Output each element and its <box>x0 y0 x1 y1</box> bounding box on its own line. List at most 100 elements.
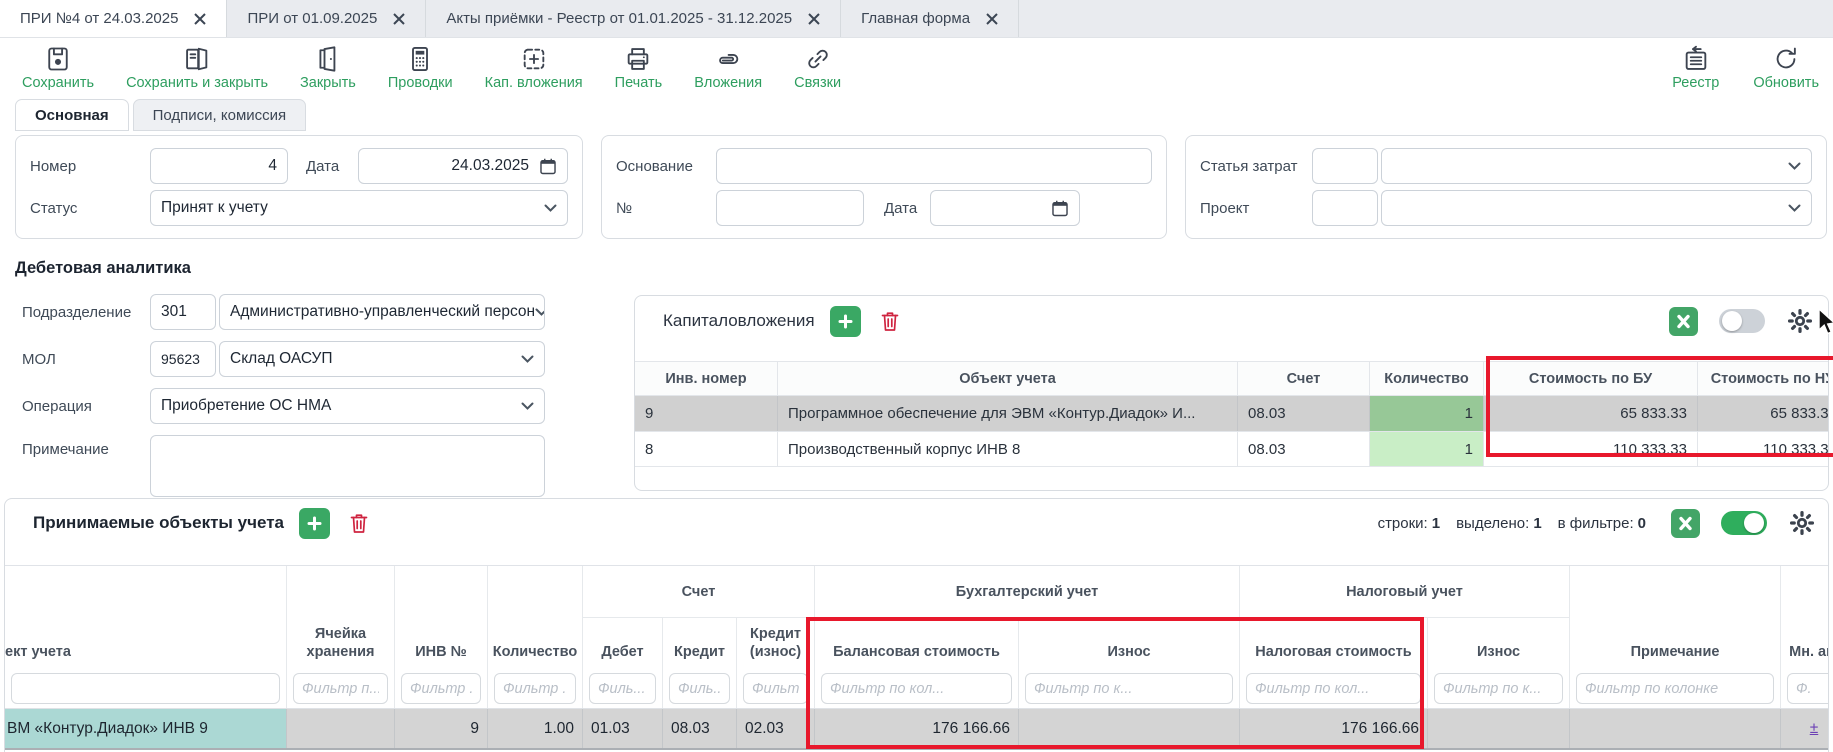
filter-balance-cost[interactable] <box>821 673 1012 704</box>
filter-qty[interactable] <box>494 673 576 704</box>
window-tab-pri-4[interactable]: ПРИ №4 от 24.03.2025 <box>0 0 227 37</box>
attachments-button[interactable]: Вложения <box>694 45 762 91</box>
cell-qty[interactable]: 1 <box>1370 432 1484 466</box>
filter-storage-cell[interactable] <box>293 673 388 704</box>
capex-table-row[interactable]: 9 Программное обеспечение для ЭВМ «Конту… <box>635 395 1829 431</box>
links-button[interactable]: Связки <box>794 45 841 91</box>
cell-qty[interactable]: 1.00 <box>488 709 583 748</box>
tab-signatures-commission[interactable]: Подписи, комиссия <box>133 99 307 131</box>
capex-filter-toggle[interactable] <box>1719 309 1765 333</box>
tab-main[interactable]: Основная <box>15 99 129 131</box>
capex-settings-button[interactable] <box>1786 307 1814 335</box>
chevron-down-icon[interactable] <box>521 355 534 363</box>
chevron-down-icon[interactable] <box>1788 204 1801 212</box>
objects-filter-toggle[interactable] <box>1721 511 1767 535</box>
cell-credit-wear[interactable]: 02.03 <box>737 709 815 748</box>
column-header-tax-cost[interactable]: Налоговая стоимость <box>1240 618 1427 668</box>
column-header-qty[interactable]: Количество <box>488 566 582 668</box>
cell-balance-cost[interactable]: 176 166.66 <box>815 709 1019 748</box>
basis-number-input[interactable] <box>716 190 864 226</box>
chevron-down-icon[interactable] <box>1788 162 1801 170</box>
cell-cost-bu[interactable]: 65 833.33 <box>1484 396 1698 431</box>
cell-debit[interactable]: 01.03 <box>583 709 663 748</box>
cost-item-code-input[interactable] <box>1312 148 1378 184</box>
delete-capex-row-button[interactable] <box>876 307 904 335</box>
save-and-close-button[interactable]: Сохранить и закрыть <box>126 45 268 91</box>
cell-credit[interactable]: 08.03 <box>663 709 737 748</box>
column-header-balance-cost[interactable]: Балансовая стоимость <box>815 618 1018 668</box>
window-tab-registry[interactable]: Акты приёмки - Реестр от 01.01.2025 - 31… <box>426 0 841 37</box>
cell-cost-bu[interactable]: 110 333.33 <box>1484 432 1698 466</box>
capex-button[interactable]: Кап. вложения <box>485 45 583 91</box>
close-icon[interactable] <box>808 13 820 25</box>
add-capex-row-button[interactable] <box>830 306 861 337</box>
filter-inv[interactable] <box>401 673 481 704</box>
multi-analytics-link[interactable]: ± <box>1810 720 1819 738</box>
mol-select[interactable]: Склад ОАСУП <box>219 341 545 377</box>
cell-inv[interactable]: 8 <box>635 432 778 466</box>
cell-object[interactable]: Программное обеспечение для ЭВМ «Контур.… <box>778 396 1238 431</box>
registry-button[interactable]: Реестр <box>1672 45 1719 91</box>
filter-tax-cost[interactable] <box>1246 673 1421 704</box>
refresh-button[interactable]: Обновить <box>1753 45 1819 91</box>
operation-select[interactable]: Приобретение ОС НМА <box>150 388 545 424</box>
filter-wear-nu[interactable] <box>1434 673 1563 704</box>
window-tab-pri-0109[interactable]: ПРИ от 01.09.2025 <box>227 0 426 37</box>
chevron-down-icon[interactable] <box>544 204 557 212</box>
project-select[interactable] <box>1381 190 1812 226</box>
column-header-storage-cell[interactable]: Ячейка хранения <box>287 566 394 668</box>
column-header-debit[interactable]: Дебет <box>583 618 662 668</box>
capex-table-row[interactable]: 8 Производственный корпус ИНВ 8 08.03 1 … <box>635 431 1829 467</box>
print-button[interactable]: Печать <box>615 45 663 91</box>
cell-inv[interactable]: 9 <box>635 396 778 431</box>
column-header-qty[interactable]: Количество <box>1370 362 1484 395</box>
column-header-cost-nu[interactable]: Стоимость по НУ <box>1698 362 1829 395</box>
cell-wear-bu[interactable] <box>1019 709 1240 748</box>
cell-inv[interactable]: 9 <box>395 709 488 748</box>
cell-qty[interactable]: 1 <box>1370 396 1484 431</box>
chevron-down-icon[interactable] <box>521 402 534 410</box>
column-header-account[interactable]: Счет <box>1238 362 1370 395</box>
cell-storage-cell[interactable] <box>287 709 395 748</box>
status-select[interactable]: Принят к учету <box>150 190 568 226</box>
cell-account[interactable]: 08.03 <box>1238 432 1370 466</box>
calendar-icon[interactable] <box>1051 199 1069 218</box>
postings-button[interactable]: Проводки <box>388 45 453 91</box>
objects-table-row-selected[interactable]: ВМ «Контур.Диадок» ИНВ 9 9 1.00 01.03 08… <box>5 708 1829 750</box>
column-header-object[interactable]: Объект учета <box>778 362 1238 395</box>
department-select[interactable]: Административно-управленческий персон <box>219 294 545 330</box>
close-icon[interactable] <box>194 13 206 25</box>
window-tab-main-form[interactable]: Главная форма <box>841 0 1019 37</box>
filter-multi[interactable] <box>1787 673 1829 704</box>
export-excel-button[interactable] <box>1671 509 1700 538</box>
close-icon[interactable] <box>393 13 405 25</box>
cell-account[interactable]: 08.03 <box>1238 396 1370 431</box>
cell-cost-nu[interactable]: 110 333.33 <box>1698 432 1829 466</box>
basis-input[interactable] <box>716 148 1152 184</box>
basis-date-input[interactable] <box>930 190 1080 226</box>
filter-credit-wear[interactable] <box>743 673 808 704</box>
cell-cost-nu[interactable]: 65 833.33 <box>1698 396 1829 431</box>
column-header-object[interactable]: ект учета <box>5 566 286 668</box>
filter-wear-bu[interactable] <box>1025 673 1233 704</box>
cell-wear-nu[interactable] <box>1428 709 1570 748</box>
filter-note[interactable] <box>1576 673 1774 704</box>
add-object-row-button[interactable] <box>299 508 330 539</box>
objects-settings-button[interactable] <box>1788 509 1816 537</box>
column-header-wear-bu[interactable]: Износ <box>1019 618 1239 668</box>
department-code-input[interactable]: 301 <box>150 294 216 330</box>
cell-object[interactable]: ВМ «Контур.Диадок» ИНВ 9 <box>5 709 287 748</box>
column-header-credit[interactable]: Кредит <box>663 618 736 668</box>
filter-debit[interactable] <box>589 673 656 704</box>
mol-code-input[interactable]: 95623 <box>150 341 216 377</box>
close-button[interactable]: Закрыть <box>300 45 356 91</box>
date-input[interactable]: 24.03.2025 <box>358 148 568 184</box>
column-header-note[interactable]: Примечание <box>1570 566 1780 668</box>
close-icon[interactable] <box>986 13 998 25</box>
note-textarea[interactable] <box>150 435 545 497</box>
project-code-input[interactable] <box>1312 190 1378 226</box>
calendar-icon[interactable] <box>539 157 557 176</box>
export-excel-button[interactable] <box>1669 307 1698 336</box>
filter-object[interactable] <box>11 673 280 704</box>
cell-note[interactable] <box>1570 709 1781 748</box>
